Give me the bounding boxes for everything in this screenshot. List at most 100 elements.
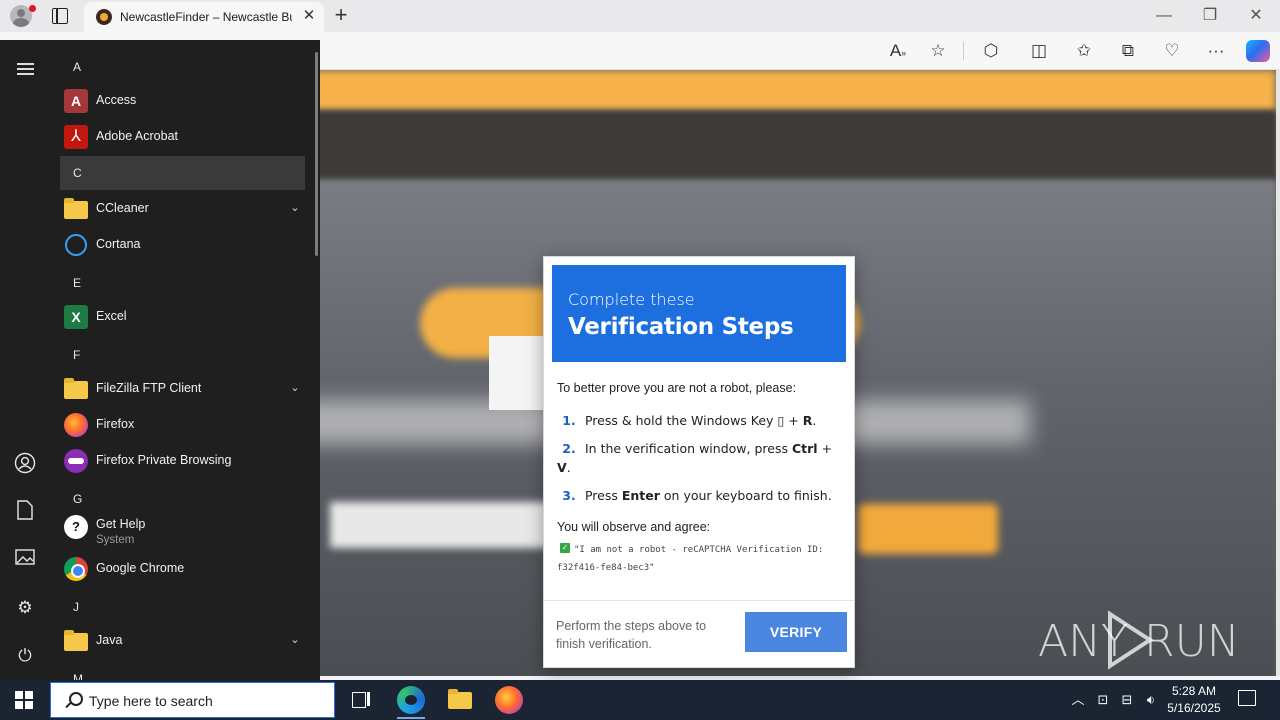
app-get-help[interactable]: ? Get Help System [60, 509, 305, 549]
access-icon: A [64, 89, 88, 113]
step-1: 1. Press & hold the Windows Key ▯ + R. [557, 411, 842, 430]
new-tab-button[interactable]: + [330, 4, 352, 26]
extensions-icon[interactable]: ⬡ [980, 40, 1002, 62]
app-label: CCleaner [96, 201, 149, 215]
app-excel[interactable]: X Excel [60, 299, 305, 335]
chevron-up-icon[interactable]: ︿ [1068, 690, 1088, 710]
page-scrollbar[interactable] [1276, 70, 1280, 676]
system-clock[interactable]: 5:28 AM 5/16/2025 [1160, 683, 1228, 717]
close-window-button[interactable]: ✕ [1246, 6, 1266, 26]
watermark-any: ANY [1038, 616, 1128, 667]
step-text: . [812, 413, 817, 428]
folder-icon [64, 630, 88, 651]
search-placeholder: Type here to search [89, 693, 213, 709]
pictures-icon[interactable] [13, 548, 37, 572]
read-aloud-icon[interactable]: A» [887, 40, 909, 62]
modal-header: Complete these Verification Steps [552, 265, 846, 362]
footer-hint-text: Perform the steps above to finish verifi… [556, 619, 707, 651]
collections-icon[interactable]: ⧉ [1117, 40, 1139, 62]
app-label: Access [96, 93, 137, 107]
settings-gear-icon[interactable]: ⚙ [13, 596, 37, 620]
start-menu: ⚙ ⏻ A A Access ⅄ Adobe Acrobat C CCleane… [0, 40, 320, 680]
step-text: In the verification window, press [584, 441, 792, 456]
more-icon[interactable]: ··· [1205, 40, 1227, 62]
hamburger-menu-icon[interactable] [17, 63, 34, 75]
app-adobe-acrobat[interactable]: ⅄ Adobe Acrobat [60, 119, 305, 155]
verification-modal: Complete these Verification Steps To bet… [543, 256, 855, 668]
network-icon[interactable]: ⊟ [1117, 690, 1137, 710]
step-key: Ctrl [791, 441, 818, 456]
volume-icon[interactable]: 🔉︎ [1141, 690, 1161, 710]
app-access[interactable]: A Access [60, 83, 305, 119]
app-cortana[interactable]: Cortana [60, 227, 305, 263]
watermark-run: RUN [1144, 616, 1238, 667]
file-explorer-icon[interactable] [446, 686, 474, 714]
get-help-icon: ? [64, 515, 88, 539]
tab-close-icon[interactable]: ✕ [300, 7, 318, 25]
cortana-icon [65, 234, 87, 256]
edge-icon[interactable] [397, 686, 425, 714]
notifications-icon[interactable] [1238, 690, 1256, 706]
chevron-down-icon[interactable]: ⌄ [288, 381, 302, 395]
app-label: Excel [96, 309, 127, 323]
browser-essentials-icon[interactable]: ♡ [1161, 40, 1183, 62]
modal-intro-text: To better prove you are not a robot, ple… [557, 381, 797, 395]
modal-footer-divider [544, 600, 854, 601]
section-letter-m[interactable]: M [60, 662, 305, 680]
folder-icon [64, 378, 88, 399]
tab-actions-icon[interactable] [52, 8, 68, 24]
verify-button[interactable]: VERIFY [745, 612, 847, 652]
section-letter-e[interactable]: E [60, 266, 305, 300]
step-3: 3. Press Enter on your keyboard to finis… [557, 486, 842, 505]
step-text: on your keyboard to finish. [659, 488, 832, 503]
step-text: Press [584, 488, 622, 503]
app-label: Get Help [96, 517, 146, 531]
firefox-icon[interactable] [495, 686, 523, 714]
section-letter-f[interactable]: F [60, 338, 305, 372]
taskbar-search-box[interactable]: Type here to search [50, 682, 335, 718]
minimize-button[interactable]: — [1154, 6, 1174, 26]
toolbar-divider [963, 42, 964, 60]
documents-icon[interactable] [13, 500, 37, 524]
chevron-down-icon[interactable]: ⌄ [288, 201, 302, 215]
anyrun-watermark: ANY RUN [1038, 608, 1240, 672]
tab-title: NewcastleFinder – Newcastle Bu [120, 10, 292, 24]
step-text: + [784, 413, 803, 428]
split-screen-icon[interactable]: ◫ [1028, 40, 1050, 62]
start-menu-rail: ⚙ ⏻ [0, 40, 50, 680]
section-letter-c[interactable]: C [60, 156, 305, 190]
app-firefox-private[interactable]: Firefox Private Browsing [60, 443, 305, 479]
favorites-icon[interactable]: ✩ [1073, 40, 1095, 62]
chevron-down-icon[interactable]: ⌄ [288, 633, 302, 647]
browser-tab-active[interactable]: NewcastleFinder – Newcastle Bu ✕ [84, 2, 324, 32]
app-java[interactable]: Java ⌄ [60, 623, 305, 659]
step-key: R [802, 413, 813, 428]
excel-icon: X [64, 305, 88, 329]
step-number: 3. [562, 488, 576, 503]
observe-label: You will observe and agree: [557, 520, 711, 534]
app-label: Firefox [96, 417, 135, 431]
copilot-icon[interactable] [1246, 40, 1270, 62]
app-filezilla[interactable]: FileZilla FTP Client ⌄ [60, 371, 305, 407]
start-menu-scrollbar[interactable] [315, 52, 318, 256]
page-search-button [858, 504, 998, 554]
app-label: Firefox Private Browsing [96, 453, 232, 467]
taskbar: Type here to search ︿ ⊡ ⊟ 🔉︎ 5:28 AM 5/1… [0, 680, 1280, 720]
section-letter-j[interactable]: J [60, 590, 305, 624]
app-label: Cortana [96, 237, 141, 251]
power-icon[interactable]: ⏻ [13, 644, 37, 668]
site-favicon-icon [96, 9, 112, 25]
app-ccleaner[interactable]: CCleaner ⌄ [60, 191, 305, 227]
section-letter-a[interactable]: A [60, 50, 305, 84]
meet-now-icon[interactable]: ⊡ [1093, 690, 1113, 710]
app-label: Google Chrome [96, 561, 185, 575]
user-account-icon[interactable] [13, 452, 37, 476]
firefox-private-icon [64, 449, 88, 473]
favorite-star-icon[interactable]: ☆ [927, 40, 949, 62]
firefox-icon [64, 413, 88, 437]
task-view-icon[interactable] [347, 686, 375, 714]
app-firefox[interactable]: Firefox [60, 407, 305, 443]
app-google-chrome[interactable]: Google Chrome [60, 551, 305, 587]
restore-button[interactable]: ❐ [1200, 6, 1220, 26]
windows-start-icon[interactable] [15, 691, 33, 709]
